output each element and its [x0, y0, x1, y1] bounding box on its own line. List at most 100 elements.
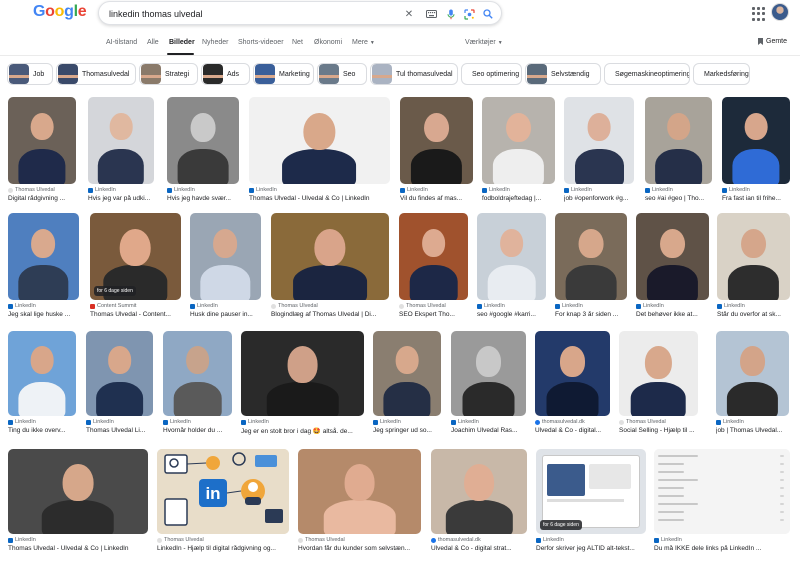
filter-chip[interactable]: Seo [317, 63, 367, 85]
image-result[interactable]: LinkedIn Vil du findes af mas... [400, 97, 473, 202]
result-thumbnail[interactable]: for 6 dage siden [90, 213, 181, 300]
image-result[interactable]: LinkedIn Joachim Ulvedal Ras... [451, 331, 526, 434]
keyboard-icon[interactable] [423, 6, 439, 22]
image-result[interactable]: LinkedIn Fra fast ian til frihe... [722, 97, 790, 202]
result-thumbnail[interactable] [163, 331, 232, 416]
result-source[interactable]: LinkedIn [482, 187, 555, 193]
image-result[interactable]: LinkedIn Jeg skal lige huske ... [8, 213, 79, 318]
result-title[interactable]: SEO Ekspert Tho... [399, 311, 472, 318]
filter-chip[interactable]: Søgemaskineoptimering [604, 63, 690, 85]
result-thumbnail[interactable] [8, 97, 76, 184]
tab-more[interactable]: Mere ▼ [352, 39, 375, 46]
result-title[interactable]: Jeg er en stolt bror i dag 🤩 altså. de..… [241, 427, 368, 435]
search-icon[interactable] [480, 6, 496, 22]
filter-chip[interactable]: Seo optimering [461, 63, 522, 85]
filter-chip[interactable]: Markedsføring [693, 63, 750, 85]
result-thumbnail[interactable] [716, 331, 789, 416]
image-result[interactable]: LinkedIn Jeg springer ud so... [373, 331, 441, 434]
result-source[interactable]: LinkedIn [451, 419, 526, 425]
result-thumbnail[interactable] [373, 331, 441, 416]
result-thumbnail[interactable] [271, 213, 389, 300]
result-title[interactable]: Blogindlæg af Thomas Ulvedal | Di... [271, 311, 393, 318]
result-thumbnail[interactable] [431, 449, 527, 534]
lens-icon[interactable] [461, 6, 477, 22]
tab-news[interactable]: Nyheder [202, 39, 228, 46]
image-result[interactable]: LinkedIn seo #google #karri... [477, 213, 546, 318]
result-title[interactable]: Jeg skal lige huske ... [8, 311, 83, 318]
result-title[interactable]: Husk dine pauser in... [190, 311, 265, 318]
result-title[interactable]: Vil du findes af mas... [400, 195, 477, 202]
tab-ai-mode[interactable]: AI-tilstand [106, 39, 137, 46]
result-title[interactable]: job | Thomas Ulvedal... [716, 427, 793, 434]
apps-grid-icon[interactable] [752, 7, 766, 21]
tab-all[interactable]: Alle [147, 39, 159, 46]
image-result[interactable]: LinkedIn seo #ai #geo | Tho... [645, 97, 712, 202]
image-result[interactable]: thomasulvedal.dk Ulvedal & Co - digital..… [535, 331, 610, 434]
tab-short-videos[interactable]: Shorts-videoer [238, 39, 284, 46]
result-thumbnail[interactable] [8, 449, 148, 534]
result-thumbnail[interactable] [717, 213, 790, 300]
image-result[interactable]: LinkedIn Hvornår holder du ... [163, 331, 232, 434]
filter-chip[interactable]: Ads [201, 63, 250, 85]
result-source[interactable]: LinkedIn [249, 187, 390, 193]
result-source[interactable]: LinkedIn [8, 537, 148, 543]
microphone-icon[interactable] [443, 6, 459, 22]
result-thumbnail[interactable] [167, 97, 239, 184]
result-thumbnail[interactable] [482, 97, 555, 184]
result-source[interactable]: LinkedIn [555, 303, 627, 309]
tools-button[interactable]: Værktøjer ▼ [465, 39, 503, 46]
result-thumbnail[interactable] [241, 331, 364, 416]
result-title[interactable]: Ulvedal & Co - digital... [535, 427, 614, 434]
image-result[interactable]: for 6 dage siden Content Summit Thomas Ulv… [90, 213, 181, 318]
result-source[interactable]: LinkedIn [86, 419, 153, 425]
image-result[interactable]: LinkedIn Thomas Ulvedal - Ulvedal & Co | … [8, 449, 148, 552]
result-title[interactable]: Ting du ikke overv... [8, 427, 80, 434]
image-result[interactable]: for 6 dage siden LinkedIn Derfor skriver j… [536, 449, 646, 552]
result-source[interactable]: LinkedIn [167, 187, 239, 193]
result-thumbnail[interactable] [451, 331, 526, 416]
result-title[interactable]: Ulvedal & Co - digital strat... [431, 545, 531, 552]
result-source[interactable]: Thomas Ulvedal [619, 419, 698, 425]
image-result[interactable]: LinkedIn Jeg er en stolt bror i dag 🤩 alt… [241, 331, 364, 435]
clear-icon[interactable]: ✕ [401, 6, 417, 22]
image-result[interactable]: LinkedIn Hvis jeg havde svær... [167, 97, 239, 202]
image-result[interactable]: LinkedIn For knap 3 år siden ... [555, 213, 627, 318]
result-source[interactable]: thomasulvedal.dk [535, 419, 610, 425]
result-thumbnail[interactable] [619, 331, 698, 416]
result-source[interactable]: LinkedIn [636, 303, 709, 309]
account-avatar[interactable] [771, 3, 789, 21]
result-title[interactable]: LinkedIn - Hjælp til digital rådgivning … [157, 545, 293, 552]
result-title[interactable]: Social Selling - Hjælp til ... [619, 427, 702, 434]
tab-web[interactable]: Net [292, 39, 303, 46]
tab-images[interactable]: Billeder [169, 39, 195, 46]
result-title[interactable]: Hvornår holder du ... [163, 427, 236, 434]
filter-chip[interactable]: Marketing [253, 63, 314, 85]
image-result[interactable]: LinkedIn Hvis jeg var på udki... [88, 97, 154, 202]
result-source[interactable]: LinkedIn [645, 187, 712, 193]
result-title[interactable]: Thomas Ulvedal - Content... [90, 311, 185, 318]
result-thumbnail[interactable] [298, 449, 421, 534]
result-thumbnail[interactable] [88, 97, 154, 184]
result-title[interactable]: Fra fast ian til frihe... [722, 195, 794, 202]
search-box[interactable]: ✕ [98, 1, 502, 25]
result-thumbnail[interactable] [636, 213, 709, 300]
result-title[interactable]: Thomas Ulvedal - Ulvedal & Co | LinkedIn [8, 545, 152, 552]
image-result[interactable]: Thomas Ulvedal Hvordan får du kunder som … [298, 449, 421, 552]
result-title[interactable]: For knap 3 år siden ... [555, 311, 631, 318]
image-result[interactable]: LinkedIn job | Thomas Ulvedal... [716, 331, 789, 434]
image-result[interactable]: in Thomas Ulvedal LinkedIn - Hjælp til dig… [157, 449, 289, 552]
image-result[interactable]: LinkedIn job #openforwork #g... [564, 97, 634, 202]
result-title[interactable]: Hvordan får du kunder som selvstæn... [298, 545, 425, 552]
google-logo[interactable]: Google [33, 3, 87, 21]
result-thumbnail[interactable] [477, 213, 546, 300]
result-source[interactable]: LinkedIn [536, 537, 646, 543]
result-title[interactable]: Digital rådgivning ... [8, 195, 80, 202]
result-title[interactable]: Thomas Ulvedal Li... [86, 427, 157, 434]
result-thumbnail[interactable]: for 6 dage siden [536, 449, 646, 534]
result-title[interactable]: Det behøver ikke at... [636, 311, 713, 318]
result-thumbnail[interactable] [190, 213, 261, 300]
result-source[interactable]: LinkedIn [400, 187, 473, 193]
image-result[interactable]: Thomas Ulvedal Digital rådgivning ... [8, 97, 76, 202]
result-title[interactable]: Thomas Ulvedal - Ulvedal & Co | LinkedIn [249, 195, 394, 202]
result-thumbnail[interactable] [86, 331, 153, 416]
